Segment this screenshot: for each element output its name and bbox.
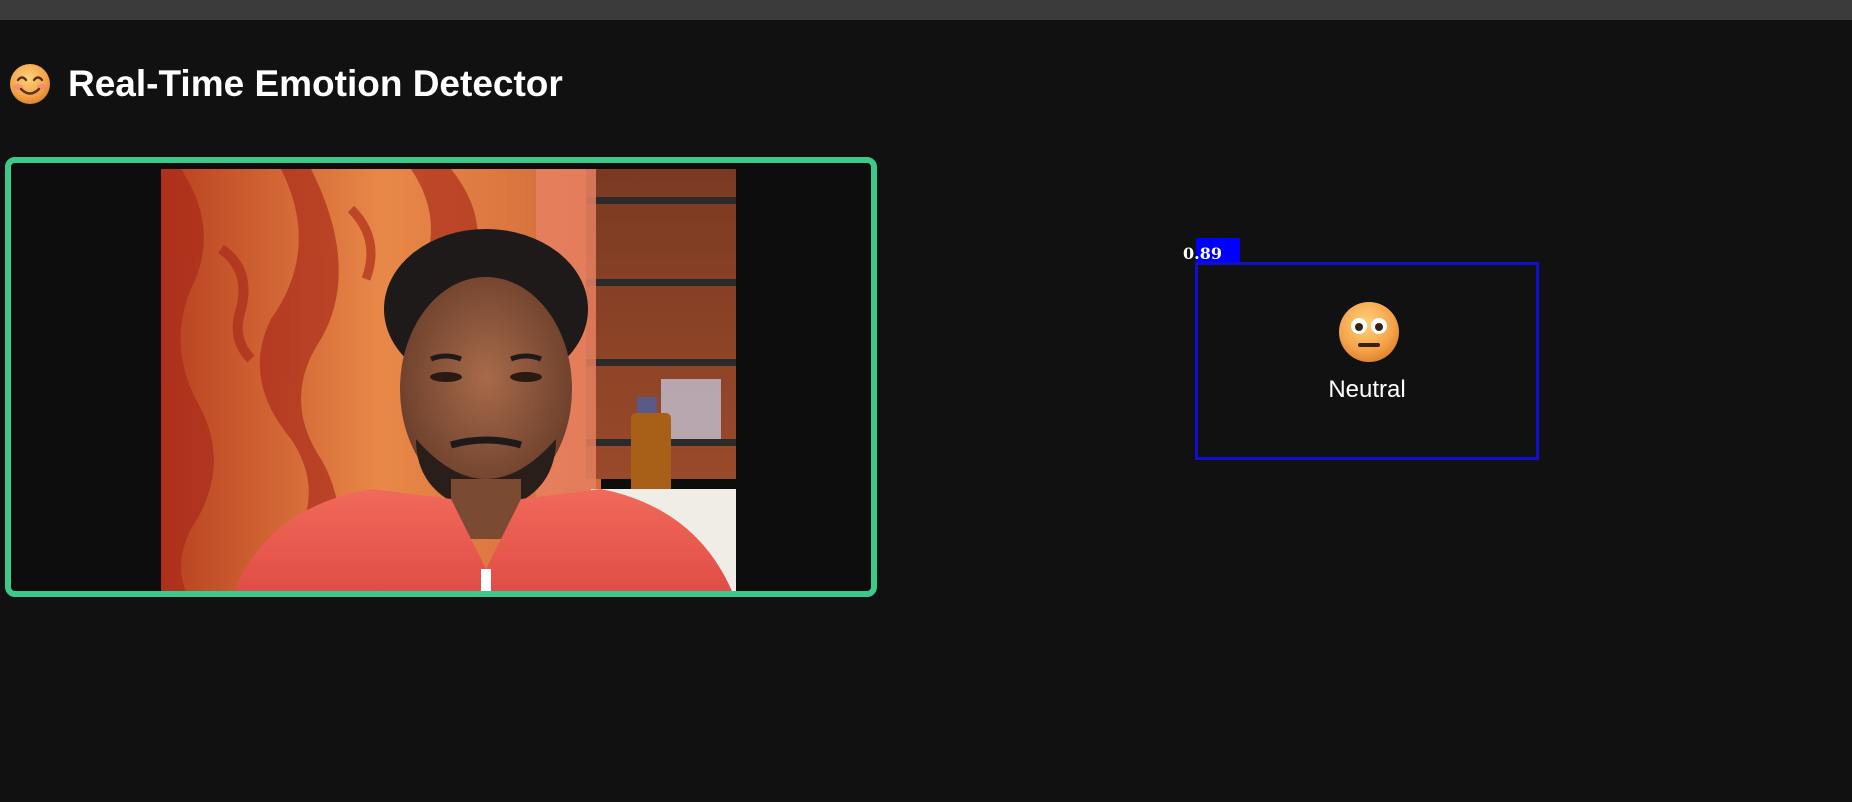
emotion-result-box: Neutral (1195, 262, 1539, 460)
smiling-face-icon (10, 64, 50, 104)
webcam-video-frame (5, 157, 877, 597)
confidence-score: 0.89 (1183, 244, 1222, 263)
webcam-feed (161, 169, 736, 591)
page-title: Real-Time Emotion Detector (68, 63, 563, 104)
neutral-face-icon (1339, 302, 1399, 362)
emotion-label: Neutral (1328, 376, 1406, 403)
page-header: Real-Time Emotion Detector (8, 58, 563, 110)
browser-top-bar (0, 0, 1852, 20)
